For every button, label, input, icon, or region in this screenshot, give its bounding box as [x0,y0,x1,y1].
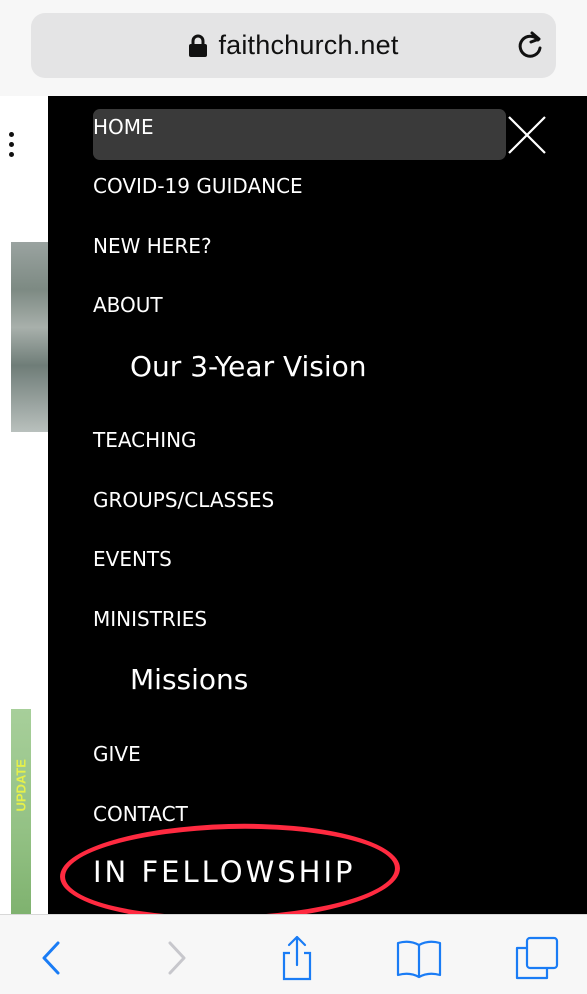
browser-toolbar [0,914,587,994]
menu-subitem-missions[interactable]: Missions [130,663,248,696]
reload-icon[interactable] [514,29,546,61]
close-icon[interactable] [505,113,549,157]
menu-item-contact[interactable]: CONTACT [93,802,188,826]
lock-icon [188,34,208,58]
menu-item-about[interactable]: ABOUT [93,293,163,317]
navigation-menu: HOME COVID-19 GUIDANCE NEW HERE? ABOUT O… [48,96,587,926]
menu-item-active-highlight [93,109,506,160]
menu-item-new-here[interactable]: NEW HERE? [93,234,212,258]
banner-text: UPDATE [11,720,31,818]
tabs-icon[interactable] [513,935,563,981]
url-text: faithchurch.net [218,30,399,60]
hero-image [11,242,48,432]
menu-item-home[interactable]: HOME [93,115,154,139]
browser-address-bar: faithchurch.net [0,0,587,96]
forward-icon[interactable] [150,935,200,981]
menu-subitem-vision[interactable]: Our 3-Year Vision [130,350,367,383]
menu-item-events[interactable]: EVENTS [93,547,172,571]
banner-label: UPDATE [13,759,29,812]
bookmarks-icon[interactable] [395,935,445,981]
red-circle-annotation [58,819,402,926]
back-icon[interactable] [30,935,80,981]
menu-item-teaching[interactable]: TEACHING [93,428,197,452]
share-icon[interactable] [273,935,323,981]
menu-item-covid-guidance[interactable]: COVID-19 GUIDANCE [93,174,303,198]
menu-item-ministries[interactable]: MINISTRIES [93,607,207,631]
more-options-icon[interactable] [9,132,15,162]
menu-item-give[interactable]: GIVE [93,742,141,766]
menu-item-groups-classes[interactable]: GROUPS/CLASSES [93,488,274,512]
url-field[interactable]: faithchurch.net [31,13,556,78]
